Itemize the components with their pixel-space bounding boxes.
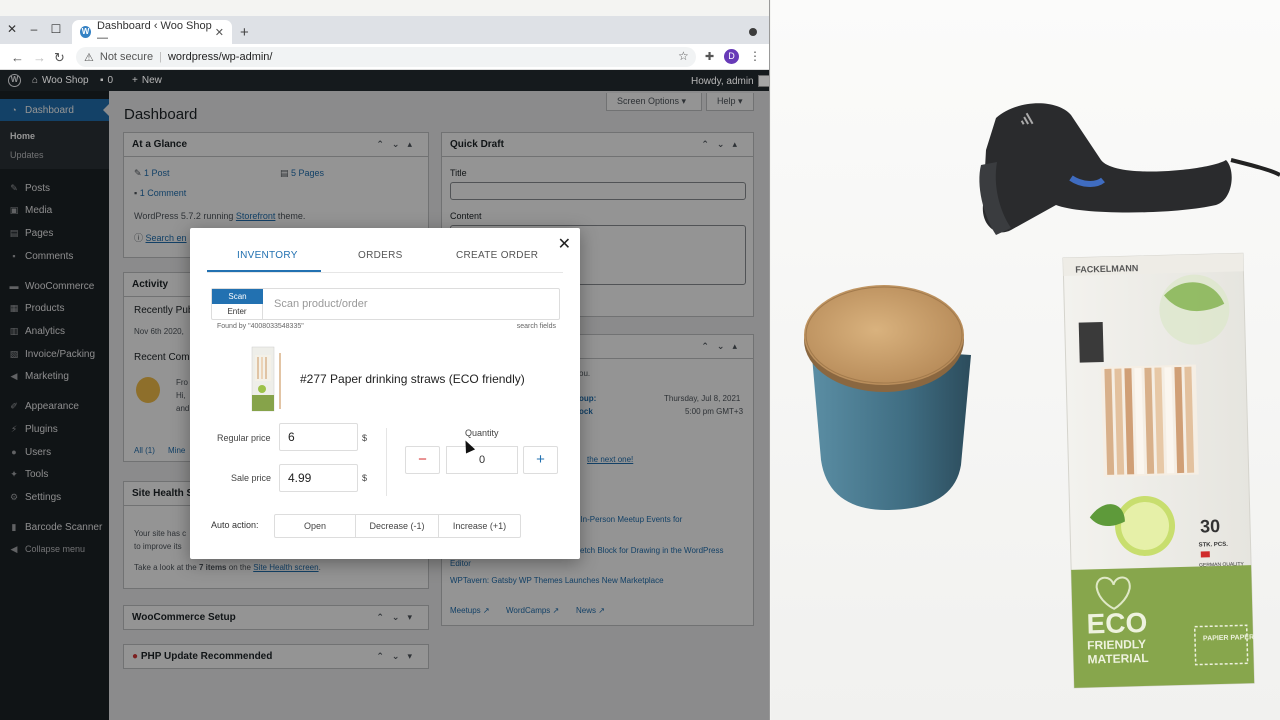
tab-create-order[interactable]: CREATE ORDER: [456, 250, 538, 261]
auto-action-increase-button[interactable]: Increase (+1): [439, 515, 520, 537]
auto-action-open-button[interactable]: Open: [275, 515, 356, 537]
sale-price-currency: $: [362, 473, 368, 483]
material-text: MATERIAL: [1087, 651, 1148, 667]
sale-price-input[interactable]: 4.99: [279, 464, 358, 492]
count-unit: STK. PCS.: [1198, 542, 1228, 549]
eco-text: ECO: [1086, 607, 1147, 640]
sale-price-label: Sale price: [231, 473, 272, 483]
count-number: 30: [1200, 516, 1221, 537]
tab-inventory[interactable]: INVENTORY: [237, 250, 298, 261]
friendly-text: FRIENDLY: [1087, 637, 1146, 653]
wordpress-favicon-icon: W: [80, 26, 91, 38]
screen: ✕ – ☐ W Dashboard ‹ Woo Shop — ✕ + ← → ↻…: [0, 0, 1280, 720]
window-controls: ✕ – ☐: [6, 22, 62, 36]
tabs-divider: [207, 272, 563, 273]
close-icon[interactable]: ✕: [558, 234, 571, 254]
close-tab-icon[interactable]: ✕: [215, 26, 224, 39]
product-thumbnail: [251, 346, 281, 412]
browser-menu-icon[interactable]: ⋮: [749, 49, 761, 63]
url-separator: |: [159, 51, 162, 63]
browser-tab[interactable]: W Dashboard ‹ Woo Shop — ✕: [72, 20, 232, 44]
increase-quantity-button[interactable]: +: [523, 446, 558, 474]
scan-search-box: Scan Enter: [211, 288, 560, 320]
quantity-label: Quantity: [465, 428, 499, 438]
enter-mode-button[interactable]: Enter: [212, 304, 263, 320]
paper-text: PAPIER PAPER: [1203, 634, 1254, 642]
regular-price-input[interactable]: 6: [279, 423, 358, 451]
close-window-icon[interactable]: ✕: [6, 22, 18, 36]
auto-action-group: Open Decrease (-1) Increase (+1): [274, 514, 521, 538]
minimize-window-icon[interactable]: –: [28, 22, 40, 36]
cork-jar: [804, 285, 971, 510]
forward-icon[interactable]: →: [33, 50, 46, 65]
photo-illustration: FACKELMANN 30 STK. PCS. GERMAN QUALITY E…: [804, 103, 1280, 689]
bookmark-star-icon[interactable]: ☆: [678, 49, 689, 63]
search-input[interactable]: [264, 289, 559, 319]
active-tab-indicator: [207, 270, 321, 272]
regular-price-currency: $: [362, 433, 368, 443]
admin-bar-dim: [0, 70, 769, 91]
found-by-text: Found by "4008033548335": [217, 323, 304, 330]
brand-text: FACKELMANN: [1075, 263, 1138, 275]
auto-action-label: Auto action:: [211, 520, 259, 530]
profile-avatar[interactable]: D: [724, 49, 739, 64]
straw-box: FACKELMANN 30 STK. PCS. GERMAN QUALITY E…: [1062, 252, 1255, 689]
quantity-input[interactable]: 0: [446, 446, 518, 474]
decrease-quantity-button[interactable]: −: [405, 446, 440, 474]
product-photo: FACKELMANN 30 STK. PCS. GERMAN QUALITY E…: [771, 0, 1280, 720]
barcode-scanner-device: [979, 103, 1280, 235]
price-qty-divider: [386, 428, 387, 496]
auto-action-decrease-button[interactable]: Decrease (-1): [356, 515, 439, 537]
desktop-strip: [0, 0, 769, 16]
barcode-scanner-modal: ✕ INVENTORY ORDERS CREATE ORDER Scan Ent…: [190, 228, 580, 559]
tab-title: Dashboard ‹ Woo Shop —: [96, 20, 212, 44]
reload-icon[interactable]: ↻: [54, 50, 65, 66]
scan-mode-button[interactable]: Scan: [212, 289, 263, 304]
search-fields-link[interactable]: search fields: [517, 323, 556, 330]
back-icon[interactable]: ←: [11, 50, 24, 65]
product-title: #277 Paper drinking straws (ECO friendly…: [300, 372, 525, 386]
tab-search-icon[interactable]: [749, 28, 757, 36]
url-text: wordpress/wp-admin/: [167, 51, 273, 63]
security-label: Not secure: [99, 51, 154, 63]
tab-orders[interactable]: ORDERS: [358, 250, 403, 261]
regular-price-label: Regular price: [217, 433, 271, 443]
extensions-puzzle-icon[interactable]: ✚: [705, 50, 714, 63]
warning-icon: ⚠: [84, 51, 94, 64]
url-input[interactable]: ⚠ Not secure | wordpress/wp-admin/: [76, 47, 696, 67]
address-bar: ← → ↻ ⚠ Not secure | wordpress/wp-admin/…: [0, 44, 769, 70]
maximize-window-icon[interactable]: ☐: [50, 22, 62, 36]
new-tab-icon[interactable]: +: [240, 24, 249, 41]
